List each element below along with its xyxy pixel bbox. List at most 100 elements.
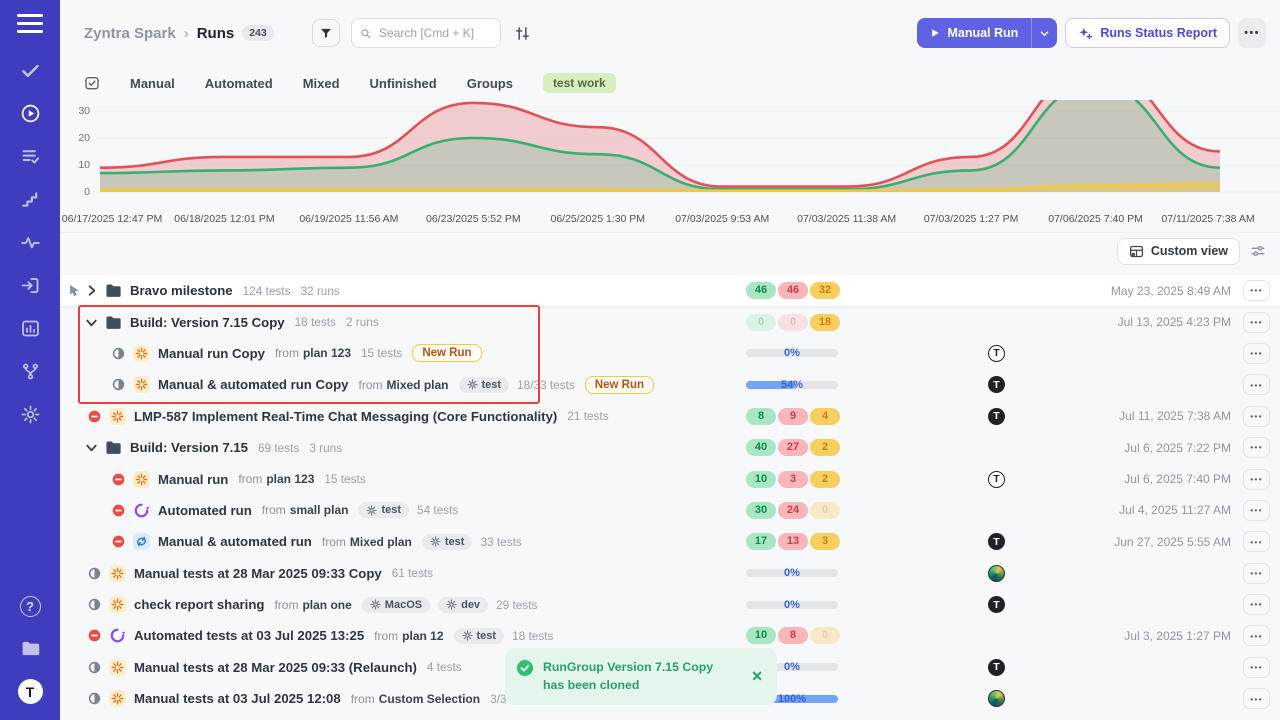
chevron-down-icon[interactable] bbox=[84, 440, 99, 455]
assignee-avatar[interactable]: T bbox=[988, 659, 1005, 676]
tab-groups[interactable]: Groups bbox=[467, 76, 513, 91]
run-row[interactable]: Automated runfromsmall plantest54 tests3… bbox=[60, 495, 1280, 526]
toast-close-icon[interactable]: ✕ bbox=[749, 667, 765, 685]
bulk-select-icon[interactable] bbox=[84, 75, 100, 91]
row-title[interactable]: Manual run bbox=[158, 472, 228, 487]
assignee-avatar[interactable] bbox=[988, 690, 1005, 707]
row-title[interactable]: Manual tests at 03 Jul 2025 12:08 bbox=[134, 691, 341, 706]
row-more-button[interactable]: ••• bbox=[1243, 500, 1270, 521]
environment-tag-badge[interactable]: test bbox=[454, 628, 505, 644]
filter-funnel-button[interactable] bbox=[312, 19, 340, 47]
search-box[interactable] bbox=[351, 18, 501, 48]
row-more-button[interactable]: ••• bbox=[1243, 437, 1270, 458]
integrations-branch-icon[interactable] bbox=[19, 360, 41, 382]
progress-bar: 0% bbox=[746, 569, 838, 577]
row-more-button[interactable]: ••• bbox=[1243, 312, 1270, 333]
tab-automated[interactable]: Automated bbox=[205, 76, 273, 91]
assignee-avatar[interactable]: T bbox=[988, 471, 1005, 488]
tab-manual[interactable]: Manual bbox=[130, 76, 175, 91]
reports-bar-chart-icon[interactable] bbox=[19, 317, 41, 339]
environment-tag-badge[interactable]: test bbox=[358, 502, 409, 518]
environment-tag-badge[interactable]: test bbox=[422, 534, 473, 550]
projects-folder-icon[interactable] bbox=[19, 637, 41, 659]
run-row[interactable]: Automated tests at 03 Jul 2025 13:25from… bbox=[60, 620, 1280, 651]
chevron-down-icon[interactable] bbox=[84, 315, 99, 330]
row-title[interactable]: check report sharing bbox=[134, 597, 264, 612]
row-more-button[interactable]: ••• bbox=[1243, 563, 1270, 584]
assignee-avatar[interactable]: T bbox=[988, 533, 1005, 550]
environment-tag-badge[interactable]: MacOS bbox=[362, 597, 430, 613]
x-tick-label: 06/18/2025 12:01 PM bbox=[174, 213, 274, 225]
row-more-button[interactable]: ••• bbox=[1243, 657, 1270, 678]
row-more-button[interactable]: ••• bbox=[1243, 625, 1270, 646]
header-more-button[interactable]: ••• bbox=[1238, 18, 1266, 48]
row-title[interactable]: Build: Version 7.15 Copy bbox=[130, 315, 285, 330]
run-row[interactable]: LMP-587 Implement Real-Time Chat Messagi… bbox=[60, 401, 1280, 432]
run-row[interactable]: Manual & automated run CopyfromMixed pla… bbox=[60, 369, 1280, 400]
row-more-button[interactable]: ••• bbox=[1243, 594, 1270, 615]
assignee-avatar[interactable]: T bbox=[988, 408, 1005, 425]
group-row[interactable]: Bravo milestone124 tests32 runs464632May… bbox=[60, 275, 1280, 306]
assignee-avatar[interactable] bbox=[988, 565, 1005, 582]
settings-gear-icon[interactable] bbox=[19, 403, 41, 425]
row-title[interactable]: Manual run Copy bbox=[158, 346, 265, 361]
milestones-steps-icon[interactable] bbox=[19, 188, 41, 210]
run-date: May 23, 2025 8:49 AM bbox=[1006, 284, 1237, 298]
row-more-button[interactable]: ••• bbox=[1243, 280, 1270, 301]
row-title[interactable]: Manual tests at 28 Mar 2025 09:33 Copy bbox=[134, 566, 382, 581]
environment-tag-badge[interactable]: dev bbox=[438, 597, 488, 613]
row-more-button[interactable]: ••• bbox=[1243, 374, 1270, 395]
avatar-cell: T bbox=[906, 408, 1006, 425]
breadcrumb-project[interactable]: Zyntra Spark bbox=[84, 25, 176, 42]
run-row[interactable]: Manual run Copyfromplan 12315 testsNew R… bbox=[60, 338, 1280, 369]
new-run-badge[interactable]: New Run bbox=[585, 376, 654, 394]
search-filters-sliders-icon[interactable] bbox=[514, 25, 531, 42]
run-row[interactable]: Manual & automated runfromMixed plantest… bbox=[60, 526, 1280, 557]
avatar-cell bbox=[906, 565, 1006, 582]
help-icon[interactable]: ? bbox=[19, 595, 41, 617]
row-more-button[interactable]: ••• bbox=[1243, 531, 1270, 552]
run-row[interactable]: check report sharingfromplan oneMacOSdev… bbox=[60, 589, 1280, 620]
runs-play-circle-icon[interactable] bbox=[19, 102, 41, 124]
run-row[interactable]: Manual runfromplan 12315 tests1032TJul 6… bbox=[60, 463, 1280, 494]
row-title[interactable]: LMP-587 Implement Real-Time Chat Messagi… bbox=[134, 409, 557, 424]
tab-unfinished[interactable]: Unfinished bbox=[370, 76, 437, 91]
row-title[interactable]: Manual tests at 28 Mar 2025 09:33 (Relau… bbox=[134, 660, 417, 675]
run-row[interactable]: Manual tests at 28 Mar 2025 09:33 Copy61… bbox=[60, 558, 1280, 589]
row-title[interactable]: Manual & automated run Copy bbox=[158, 377, 349, 392]
row-more-button[interactable]: ••• bbox=[1243, 406, 1270, 427]
row-title[interactable]: Automated run bbox=[158, 503, 252, 518]
defects-pulse-icon[interactable] bbox=[19, 231, 41, 253]
row-title[interactable]: Automated tests at 03 Jul 2025 13:25 bbox=[134, 628, 364, 643]
import-box-arrow-icon[interactable] bbox=[19, 274, 41, 296]
row-more-button[interactable]: ••• bbox=[1243, 688, 1270, 709]
list-settings-sliders-icon[interactable] bbox=[1250, 243, 1266, 259]
new-run-badge[interactable]: New Run bbox=[412, 344, 481, 362]
manual-run-dropdown[interactable] bbox=[1031, 18, 1057, 48]
test-plans-list-icon[interactable] bbox=[19, 145, 41, 167]
row-title[interactable]: Bravo milestone bbox=[130, 283, 233, 298]
assignee-avatar[interactable]: T bbox=[988, 596, 1005, 613]
tab-mixed[interactable]: Mixed bbox=[303, 76, 340, 91]
assignee-avatar[interactable]: T bbox=[988, 376, 1005, 393]
user-avatar[interactable]: T bbox=[18, 679, 43, 704]
environment-tag-badge[interactable]: test bbox=[459, 377, 510, 393]
manual-run-split-button[interactable]: Manual Run bbox=[917, 18, 1057, 48]
assignee-avatar[interactable]: T bbox=[988, 345, 1005, 362]
runs-status-report-button[interactable]: Runs Status Report bbox=[1065, 18, 1230, 48]
row-more-button[interactable]: ••• bbox=[1243, 343, 1270, 364]
check-icon[interactable] bbox=[19, 59, 41, 81]
chevron-right-icon[interactable] bbox=[84, 283, 99, 298]
group-row[interactable]: Build: Version 7.15 Copy18 tests2 runs00… bbox=[60, 306, 1280, 337]
row-title[interactable]: Build: Version 7.15 bbox=[130, 440, 248, 455]
search-input[interactable] bbox=[377, 25, 492, 41]
custom-view-button[interactable]: Custom view bbox=[1117, 238, 1240, 265]
menu-icon[interactable] bbox=[17, 14, 43, 33]
more-cell: ••• bbox=[1237, 312, 1280, 333]
y-tick-label: 10 bbox=[64, 159, 90, 171]
tag-filter-badge[interactable]: test work bbox=[543, 73, 616, 93]
row-more-button[interactable]: ••• bbox=[1243, 469, 1270, 490]
group-row[interactable]: Build: Version 7.1569 tests3 runs40272Ju… bbox=[60, 432, 1280, 463]
row-title[interactable]: Manual & automated run bbox=[158, 534, 312, 549]
runs-count: 3 runs bbox=[309, 441, 342, 455]
